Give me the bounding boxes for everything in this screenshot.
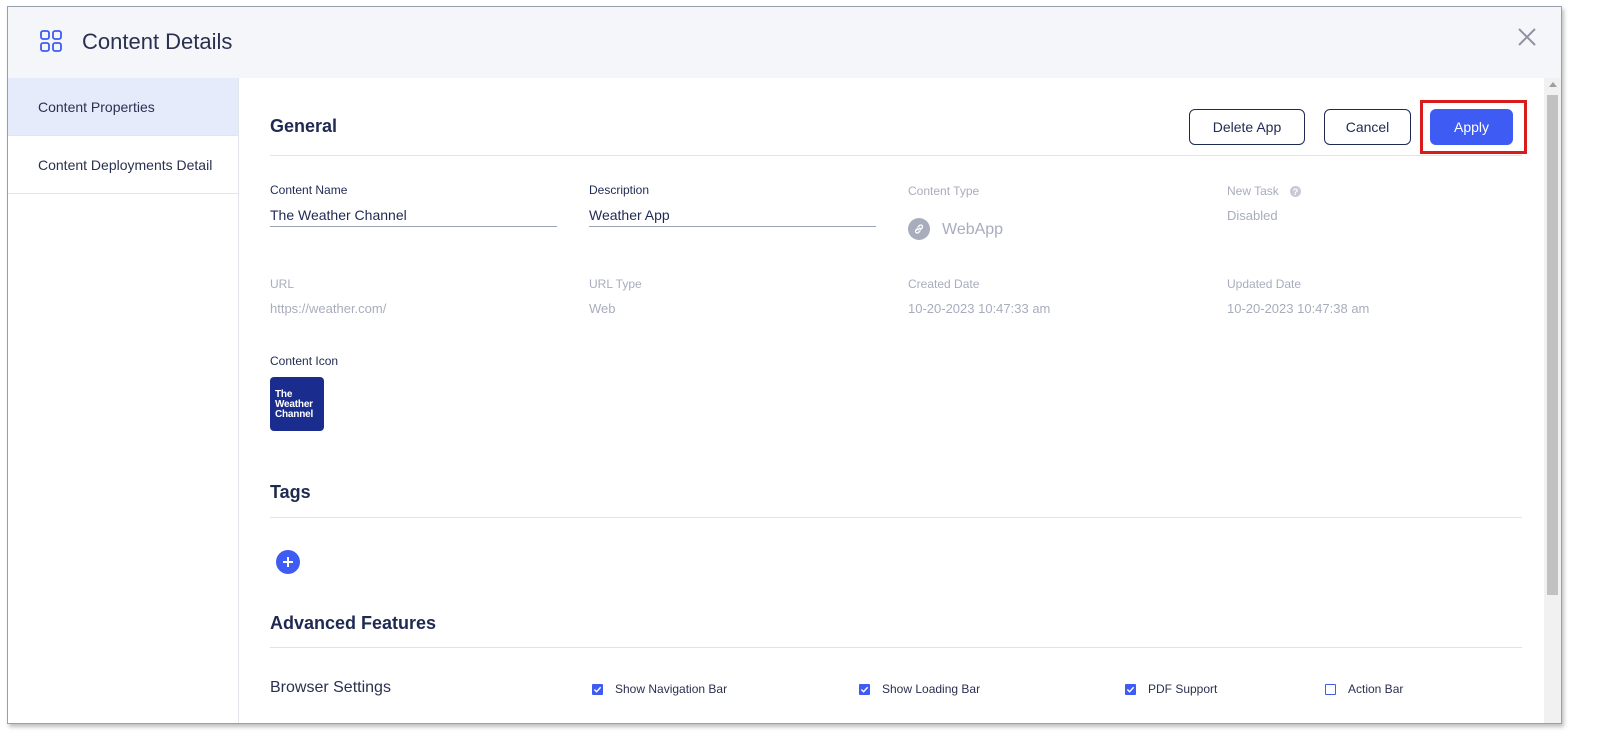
updated-date-label: Updated Date: [1227, 277, 1302, 291]
icon-text-line: Channel: [275, 409, 314, 420]
tags-section-title: Tags: [270, 482, 311, 502]
checkbox-label: Action Bar: [1348, 682, 1404, 696]
checkbox-label: Show Navigation Bar: [615, 682, 728, 696]
sidebar-item-content-properties[interactable]: Content Properties: [8, 78, 238, 136]
checkbox-label: Show Loading Bar: [882, 682, 981, 696]
created-date-value: 10-20-2023 10:47:33 am: [908, 301, 1051, 316]
sidebar-item-label: Content Properties: [38, 98, 155, 115]
general-section-title: General: [270, 116, 338, 136]
apply-button[interactable]: Apply: [1430, 109, 1513, 145]
url-label: URL: [270, 277, 295, 291]
checkbox-unchecked-icon: [1325, 683, 1336, 695]
content-icon-label: Content Icon: [270, 354, 339, 368]
scroll-up-arrow-icon[interactable]: [1549, 82, 1557, 87]
sidebar-item-content-deployments-detail[interactable]: Content Deployments Detail: [8, 136, 238, 194]
sidebar-item-label: Content Deployments Detail: [38, 156, 213, 173]
plus-icon: [283, 557, 293, 567]
pdf-support-checkbox[interactable]: PDF Support: [1125, 682, 1217, 696]
url-value: https://weather.com/: [270, 301, 387, 316]
updated-date-value: 10-20-2023 10:47:38 am: [1227, 301, 1370, 316]
link-icon: [908, 218, 930, 240]
content-type-label: Content Type: [908, 184, 980, 198]
dialog-title: Content Details: [82, 29, 233, 54]
tags-divider: [270, 517, 1522, 518]
description-label: Description: [589, 183, 650, 197]
close-icon[interactable]: [1515, 25, 1539, 49]
description-underline: [589, 226, 876, 227]
grid-icon: [40, 30, 62, 52]
dialog-header: Content Details: [8, 7, 1561, 78]
created-date-label: Created Date: [908, 277, 980, 291]
content-name-field[interactable]: The Weather Channel: [270, 207, 407, 223]
sidebar: Content Properties Content Deployments D…: [8, 78, 239, 723]
new-task-label: New Task: [1227, 184, 1279, 198]
show-loading-bar-checkbox[interactable]: Show Loading Bar: [859, 682, 980, 696]
show-navigation-bar-checkbox[interactable]: Show Navigation Bar: [592, 682, 727, 696]
browser-settings-label: Browser Settings: [270, 679, 391, 696]
weather-channel-app-icon[interactable]: The Weather Channel: [270, 377, 324, 431]
description-field[interactable]: Weather App: [589, 207, 670, 223]
checkbox-checked-icon: [1125, 683, 1136, 695]
scrollbar-thumb[interactable]: [1547, 95, 1558, 595]
content-details-dialog: Content Details Content Properties Conte…: [7, 6, 1562, 724]
new-task-value: Disabled: [1227, 208, 1278, 223]
add-tag-button[interactable]: [276, 550, 300, 574]
content-name-underline: [270, 226, 557, 227]
vertical-scrollbar[interactable]: [1544, 78, 1561, 723]
advanced-features-title: Advanced Features: [270, 613, 437, 633]
cancel-button[interactable]: Cancel: [1324, 109, 1411, 145]
url-type-label: URL Type: [589, 277, 642, 291]
main-panel: General Delete App Cancel Apply Content …: [239, 78, 1544, 723]
action-bar-checkbox[interactable]: Action Bar: [1325, 682, 1403, 696]
checkbox-checked-icon: [859, 683, 870, 695]
delete-app-button[interactable]: Delete App: [1189, 109, 1305, 145]
url-type-value: Web: [589, 301, 616, 316]
content-type-value: WebApp: [942, 221, 1004, 238]
checkbox-checked-icon: [592, 683, 603, 695]
content-name-label: Content Name: [270, 183, 348, 197]
general-divider: [270, 155, 1522, 156]
checkbox-label: PDF Support: [1148, 682, 1218, 696]
help-icon[interactable]: ?: [1290, 186, 1301, 197]
advanced-divider: [270, 647, 1522, 648]
